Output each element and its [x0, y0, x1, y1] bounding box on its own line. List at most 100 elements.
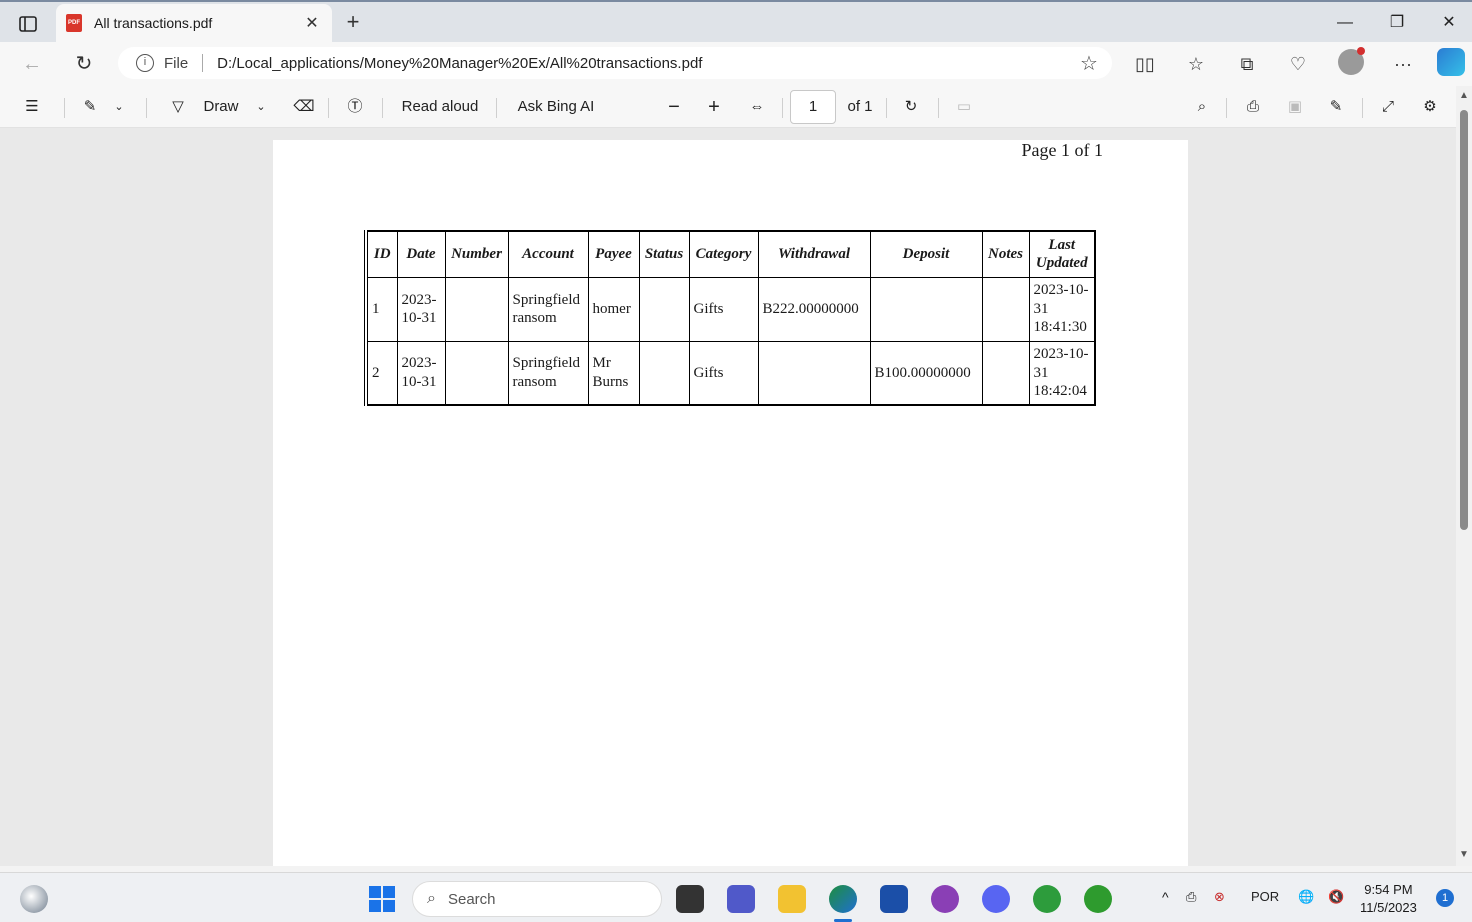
erase-icon[interactable]: ⌫: [290, 94, 318, 120]
split-screen-icon[interactable]: ▯▯: [1130, 50, 1160, 78]
draw-icon[interactable]: ▽: [164, 94, 192, 120]
full-screen-icon[interactable]: ⤢: [1374, 94, 1402, 120]
vertical-scrollbar[interactable]: ▲ ▼: [1456, 86, 1472, 866]
network-error-icon[interactable]: ⊗: [1214, 889, 1225, 905]
teams-chat-icon[interactable]: [727, 885, 755, 913]
show-hidden-icons-icon[interactable]: ^: [1162, 889, 1169, 905]
column-header: Account: [507, 230, 589, 278]
draw-button[interactable]: Draw: [196, 94, 246, 120]
transactions-table: ID Date Number Account Payee Status Category Wi…: [364, 230, 1096, 406]
back-icon[interactable]: ←: [18, 50, 46, 78]
toolbar-divider: [382, 98, 383, 118]
network-icon[interactable]: 🌐: [1298, 889, 1314, 905]
column-header: Category: [688, 230, 759, 278]
page-number-input[interactable]: 1: [790, 90, 836, 124]
toolbar-divider: [328, 98, 329, 118]
ask-bing-button[interactable]: Ask Bing AI: [508, 94, 604, 120]
table-cell: 2: [365, 340, 398, 406]
close-window-button[interactable]: ✕: [1426, 10, 1472, 36]
task-view-icon[interactable]: [676, 885, 704, 913]
table-header-row: ID Date Number Account Payee Status Category Wi…: [365, 230, 1096, 278]
page-number-label: Page 1 of 1: [1021, 140, 1103, 160]
scroll-up-icon[interactable]: ▲: [1459, 90, 1469, 101]
new-tab-button[interactable]: +: [340, 10, 366, 36]
column-header: Last Updated: [1028, 230, 1096, 278]
money-manager-icon[interactable]: [1084, 885, 1112, 913]
store-icon[interactable]: [880, 885, 908, 913]
zoom-in-icon[interactable]: +: [700, 94, 728, 120]
printer-tray-icon[interactable]: ⎙: [1186, 889, 1196, 905]
read-aloud-button[interactable]: Read aloud: [394, 94, 486, 120]
table-cell: 2023-10-31: [396, 276, 446, 342]
more-options-icon[interactable]: ···: [1388, 50, 1418, 78]
draw-dropdown-icon[interactable]: ⌄: [250, 94, 272, 120]
page-view-icon[interactable]: ▭: [950, 94, 978, 120]
highlight-dropdown-icon[interactable]: ⌄: [108, 94, 130, 120]
table-body: 1 2023-10-31 Springfield ransom homer Gifts B…: [365, 276, 1096, 406]
notification-badge[interactable]: 1: [1436, 889, 1454, 907]
profile-status-dot: [1357, 47, 1365, 55]
github-icon[interactable]: [931, 885, 959, 913]
volume-muted-icon[interactable]: 🔇: [1328, 889, 1344, 905]
add-text-icon[interactable]: Ⓣ: [341, 94, 369, 120]
page-total-label: of 1: [847, 98, 873, 115]
column-header: ID: [365, 230, 398, 278]
table-of-contents-icon[interactable]: ☰: [18, 94, 46, 120]
table-cell: B222.00000000: [757, 276, 871, 342]
url-text[interactable]: D:/Local_applications/Money%20Manager%20…: [217, 55, 1074, 72]
tab-actions-icon[interactable]: [14, 12, 42, 36]
start-icon[interactable]: [368, 885, 396, 913]
table-cell: [444, 276, 509, 342]
url-field[interactable]: i File D:/Local_applications/Money%20Man…: [118, 47, 1112, 79]
table-row: 2 2023-10-31 Springfield ransom Mr Burns Gif…: [365, 340, 1096, 406]
highlight-icon[interactable]: ✎: [76, 94, 104, 120]
clock-date: 11/5/2023: [1360, 900, 1417, 915]
info-icon[interactable]: i: [136, 54, 154, 72]
clock[interactable]: 9:54 PM 11/5/2023: [1360, 881, 1417, 917]
zoom-out-icon[interactable]: −: [660, 94, 688, 120]
rotate-icon[interactable]: ↻: [897, 94, 925, 120]
table-cell: [638, 276, 690, 342]
discord-icon[interactable]: [982, 885, 1010, 913]
browser-essentials-icon[interactable]: ♡: [1283, 50, 1313, 78]
tab-close-button[interactable]: ✕: [302, 13, 322, 33]
restore-button[interactable]: ❐: [1374, 10, 1420, 36]
table-cell: Mr Burns: [587, 340, 640, 406]
file-explorer-icon[interactable]: [778, 885, 806, 913]
scroll-down-icon[interactable]: ▼: [1459, 849, 1469, 860]
url-scheme-label: File: [164, 54, 189, 72]
weather-widget-icon[interactable]: [20, 885, 48, 913]
column-header: Date: [396, 230, 446, 278]
toolbar-divider: [496, 98, 497, 118]
table-cell: Gifts: [688, 340, 759, 406]
save-icon[interactable]: ▣: [1281, 94, 1309, 120]
pdf-file-icon: PDF: [66, 14, 82, 32]
favorites-icon[interactable]: ☆: [1181, 50, 1211, 78]
column-header: Deposit: [869, 230, 983, 278]
table-cell: [981, 276, 1030, 342]
language-indicator[interactable]: POR: [1251, 889, 1279, 904]
settings-icon[interactable]: ⚙: [1416, 94, 1444, 120]
fit-to-width-icon[interactable]: ⇔: [742, 94, 772, 120]
favorite-star-icon[interactable]: ☆: [1074, 51, 1104, 76]
toolbar-divider: [146, 98, 147, 118]
toolbar-divider: [1362, 98, 1363, 118]
table-cell: Gifts: [688, 276, 759, 342]
refresh-icon[interactable]: ↻: [70, 50, 98, 78]
table-cell: [638, 340, 690, 406]
copilot-icon[interactable]: [1437, 48, 1465, 76]
save-as-icon[interactable]: ✎: [1322, 94, 1350, 120]
toolbar-divider: [886, 98, 887, 118]
taskbar-search[interactable]: ⌕ Search: [412, 881, 662, 917]
evernote-icon[interactable]: [1033, 885, 1061, 913]
table-cell: 1: [365, 276, 398, 342]
print-icon[interactable]: ⎙: [1239, 94, 1267, 120]
search-icon[interactable]: ⌕: [1188, 94, 1216, 120]
minimize-button[interactable]: —: [1322, 10, 1368, 36]
scrollbar-thumb[interactable]: [1460, 110, 1468, 530]
edge-icon[interactable]: [829, 885, 857, 913]
column-header: Number: [444, 230, 509, 278]
collections-icon[interactable]: ⧉: [1232, 50, 1262, 78]
tab-all-transactions[interactable]: PDF All transactions.pdf ✕: [56, 4, 332, 42]
table-cell: B100.00000000: [869, 340, 983, 406]
